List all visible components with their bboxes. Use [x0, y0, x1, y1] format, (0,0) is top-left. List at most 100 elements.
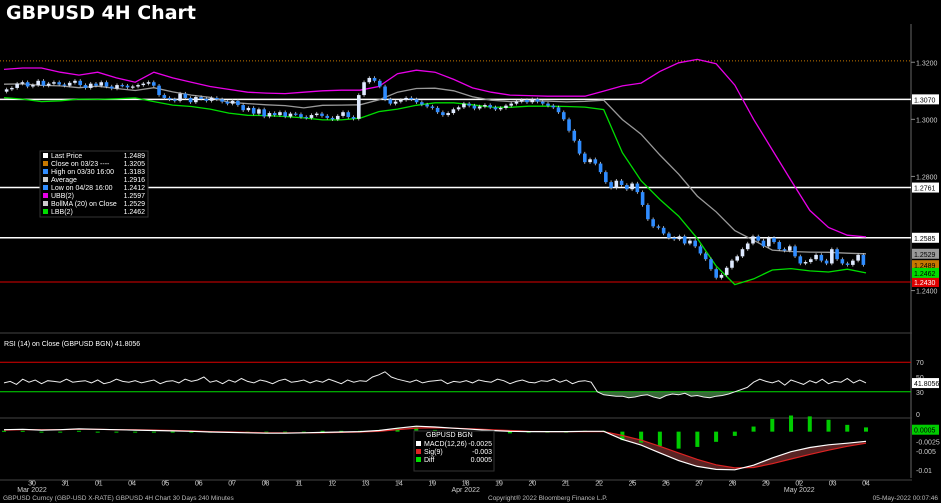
- candle: [609, 182, 613, 188]
- candle: [20, 82, 25, 84]
- candle: [561, 112, 566, 120]
- macd-histogram-bar: [845, 424, 850, 432]
- candle: [251, 107, 256, 114]
- footer-copyright: Copyright® 2022 Bloomberg Finance L.P.: [488, 494, 608, 502]
- candle: [78, 80, 83, 86]
- candle: [309, 115, 314, 118]
- level-tag-label: 1.3070: [914, 97, 936, 104]
- candle: [472, 105, 477, 109]
- candle: [509, 103, 514, 106]
- candle: [462, 103, 466, 108]
- candle: [204, 98, 209, 101]
- candle: [456, 107, 461, 110]
- candle: [120, 85, 125, 87]
- candle: [83, 85, 88, 88]
- candle: [703, 253, 708, 260]
- macd-histogram-bar: [864, 427, 868, 432]
- macd-histogram-bar: [114, 431, 119, 433]
- price-chart: GBPUSD 4H Chart 1.3200 1.3000 1.2800 1.2400…: [0, 0, 941, 503]
- candle: [803, 262, 808, 264]
- candle: [504, 105, 508, 108]
- candle: [672, 237, 676, 240]
- legend-label: Low on 04/28 16:00: [51, 185, 113, 192]
- month-label: Mar 2022: [17, 487, 47, 494]
- macd-histogram-bar: [807, 416, 812, 432]
- candle: [146, 82, 151, 84]
- candle: [530, 99, 535, 103]
- macd-tick-label: -0.005: [916, 449, 936, 456]
- candle: [588, 159, 592, 163]
- x-tick-label: 11: [295, 480, 302, 487]
- x-tick-label: 07: [228, 480, 236, 487]
- candle: [356, 95, 361, 119]
- candle: [766, 237, 771, 247]
- candle: [225, 101, 230, 104]
- legend-value: 1.3183: [124, 169, 146, 176]
- candle: [793, 246, 797, 257]
- x-tick-label: 14: [395, 480, 403, 487]
- x-tick-label: 29: [762, 480, 770, 487]
- candle: [130, 86, 135, 88]
- x-tick-label: 21: [562, 480, 570, 487]
- macd-histogram-bar: [826, 419, 831, 432]
- month-label: Apr 2022: [451, 487, 480, 494]
- x-tick-label: 20: [529, 480, 537, 487]
- candle: [230, 100, 235, 104]
- candle: [688, 240, 692, 244]
- candle: [451, 109, 456, 114]
- legend-swatch: [43, 169, 48, 174]
- x-tick-label: 05: [162, 480, 170, 487]
- macd-histogram-bar: [676, 431, 681, 449]
- footer-left: GBPUSD Curncy (GBP-USD X-RATE) GBPUSD 4H…: [3, 495, 234, 502]
- candle: [283, 112, 288, 117]
- candle: [304, 117, 309, 119]
- legend-label: Close on 03/23 ----: [51, 161, 110, 168]
- candle: [278, 112, 282, 116]
- rsi-tick-label: 30: [916, 390, 924, 397]
- macd-legend-label: Diff: [424, 457, 434, 464]
- candle: [556, 107, 561, 113]
- candle: [162, 95, 167, 98]
- candle: [719, 274, 724, 278]
- level-tag-label: 1.2761: [914, 186, 936, 193]
- candle: [772, 237, 776, 243]
- macd-legend-value: -0.003: [472, 449, 492, 456]
- candle: [682, 236, 687, 244]
- level-tag-label: 1.2430: [914, 280, 936, 287]
- candle: [236, 100, 240, 106]
- candle: [25, 82, 30, 87]
- candle: [420, 102, 424, 105]
- candle: [477, 106, 482, 109]
- rsi-tick-label: 70: [916, 360, 924, 367]
- candle: [288, 113, 293, 117]
- candle: [362, 82, 366, 96]
- candle: [188, 97, 193, 103]
- candle: [399, 99, 403, 102]
- candle: [861, 254, 866, 265]
- candle: [756, 236, 761, 241]
- price-tag-label: 1.2462: [914, 271, 936, 278]
- footer-timestamp: 05-May-2022 00:07:46: [873, 495, 939, 502]
- candle: [115, 85, 119, 89]
- candle: [267, 113, 272, 117]
- candle: [446, 113, 450, 116]
- candle: [262, 109, 266, 117]
- x-tick-label: 22: [595, 480, 603, 487]
- candle: [835, 249, 839, 260]
- macd-histogram-bar: [657, 431, 662, 447]
- candle: [751, 236, 755, 244]
- candle: [330, 117, 335, 120]
- candle: [572, 130, 577, 141]
- candle: [798, 256, 803, 264]
- legend-label: High on 03/30 16:00: [51, 169, 114, 176]
- x-tick-label: 04: [862, 480, 870, 487]
- candle: [540, 101, 545, 104]
- candle: [94, 83, 98, 86]
- candle: [430, 106, 435, 108]
- rsi-label: RSI (14) on Close (GBPUSD BGN) 41.8056: [4, 341, 140, 348]
- candle: [88, 83, 93, 88]
- candle: [15, 83, 19, 88]
- legend-label: Last Price: [51, 153, 82, 160]
- candle: [246, 107, 251, 111]
- candle: [372, 77, 377, 81]
